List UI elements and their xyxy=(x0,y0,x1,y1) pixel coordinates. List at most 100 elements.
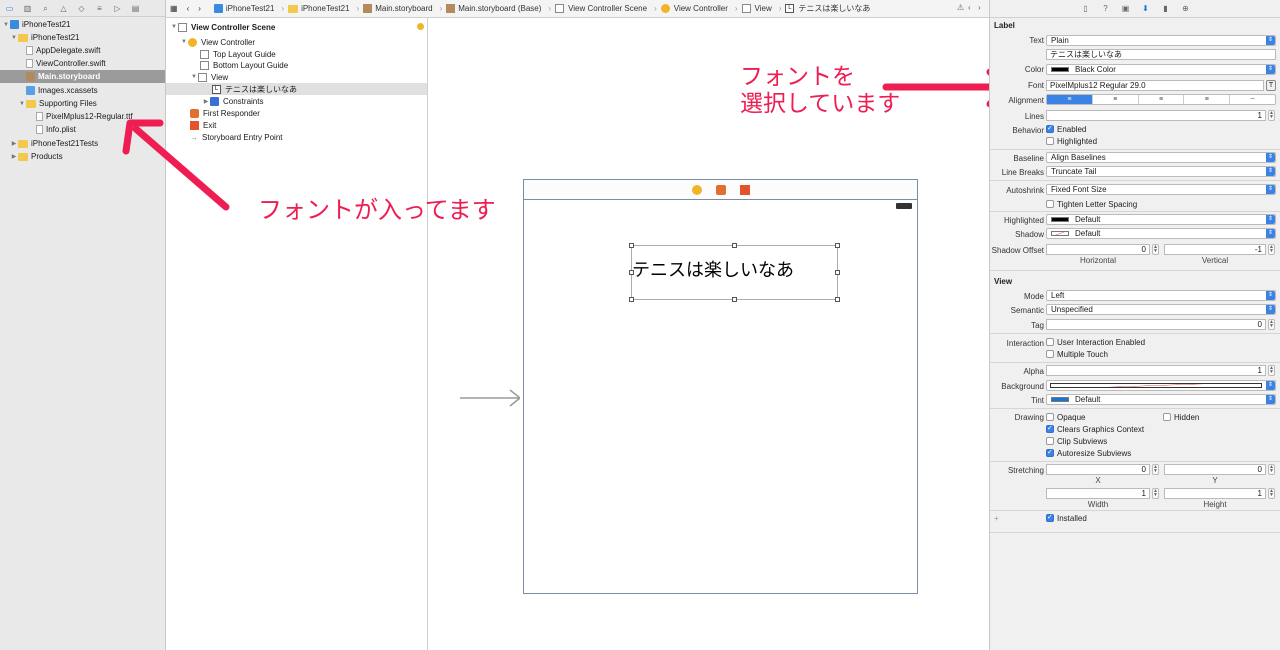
file-inspector-icon[interactable]: ▯ xyxy=(1081,4,1090,13)
user-interaction-checkbox[interactable] xyxy=(1046,338,1054,346)
view-controller-scene[interactable]: テニスは楽しいなあ xyxy=(523,179,918,594)
outline-item-scene[interactable]: ▼ View Controller Scene xyxy=(166,21,427,33)
font-field[interactable]: PixelMplus12 Regular 29.0 xyxy=(1046,80,1264,91)
jumpbar-item-viewcontroller[interactable]: View Controller xyxy=(660,4,728,13)
shadow-popup[interactable]: Default ⇕ xyxy=(1046,228,1276,239)
resize-handle[interactable] xyxy=(629,243,634,248)
prev-issue-icon[interactable]: ‹ xyxy=(968,3,971,12)
nav-item-images[interactable]: Images.xcassets xyxy=(0,84,165,97)
jumpbar-item-storyboard[interactable]: Main.storyboard xyxy=(363,4,433,13)
symbol-icon[interactable]: ▥ xyxy=(23,4,32,13)
resize-handle[interactable] xyxy=(732,297,737,302)
lines-stepper[interactable]: ▲ ▼ xyxy=(1268,110,1275,121)
background-popup[interactable]: ⇕ xyxy=(1046,380,1276,391)
selected-label[interactable]: テニスは楽しいなあ xyxy=(629,243,840,302)
attributes-icon[interactable]: ⬇ xyxy=(1141,4,1150,13)
tighten-checkbox[interactable] xyxy=(1046,200,1054,208)
forward-icon[interactable]: › xyxy=(198,4,201,13)
stretch-y-stepper[interactable]: ▲ ▼ xyxy=(1268,464,1275,475)
resize-handle[interactable] xyxy=(732,243,737,248)
nav-item-project[interactable]: ▼ iPhoneTest21 xyxy=(0,18,165,31)
installed-checkbox[interactable] xyxy=(1046,513,1054,522)
shadow-offset-v-stepper[interactable]: ▲ ▼ xyxy=(1268,244,1275,255)
hidden-checkbox[interactable] xyxy=(1163,413,1171,421)
disclosure-icon[interactable]: ▼ xyxy=(2,22,10,28)
nav-item-viewcontroller[interactable]: ViewController.swift xyxy=(0,57,165,70)
nav-item-group[interactable]: ▼ iPhoneTest21 xyxy=(0,31,165,44)
back-icon[interactable]: ‹ xyxy=(187,4,190,13)
stretch-x-field[interactable]: 0 xyxy=(1046,464,1150,475)
jumpbar-item-group[interactable]: iPhoneTest21 xyxy=(288,4,350,13)
align-left-icon[interactable]: ≡ xyxy=(1047,95,1093,104)
autoshrink-popup[interactable]: Fixed Font Size ⇕ xyxy=(1046,184,1276,195)
clip-subviews-checkbox[interactable] xyxy=(1046,437,1054,445)
resize-handle[interactable] xyxy=(629,297,634,302)
warning-icon[interactable]: ⚠ xyxy=(957,3,964,12)
shadow-offset-h-stepper[interactable]: ▲ ▼ xyxy=(1152,244,1159,255)
outline-item-label[interactable]: L テニスは楽しいなあ xyxy=(166,83,427,95)
breakpoint-icon[interactable]: ▷ xyxy=(113,4,122,13)
enabled-checkbox[interactable] xyxy=(1046,124,1054,133)
grid-icon[interactable]: ▦ xyxy=(170,4,178,13)
disclosure-icon[interactable]: ▼ xyxy=(10,35,18,41)
stretch-height-field[interactable]: 1 xyxy=(1164,488,1266,499)
disclosure-icon[interactable]: ▶ xyxy=(10,153,18,160)
storyboard-entry-arrow[interactable] xyxy=(460,388,520,408)
highlighted-checkbox[interactable] xyxy=(1046,137,1054,145)
disclosure-icon[interactable]: ▶ xyxy=(10,140,18,147)
nav-item-supporting-files[interactable]: ▼ Supporting Files xyxy=(0,97,165,110)
tag-field[interactable]: 0 xyxy=(1046,319,1266,330)
warning-icon[interactable]: △ xyxy=(59,4,68,13)
nav-item-main-storyboard[interactable]: Main.storyboard xyxy=(0,70,165,83)
next-issue-icon[interactable]: › xyxy=(978,3,981,12)
size-icon[interactable]: ▮ xyxy=(1161,4,1170,13)
disclosure-icon[interactable]: ▼ xyxy=(170,24,178,30)
semantic-popup[interactable]: Unspecified ⇕ xyxy=(1046,304,1276,315)
search-icon[interactable]: ⌕ xyxy=(41,4,50,13)
resize-handle[interactable] xyxy=(835,270,840,275)
alpha-stepper[interactable]: ▲ ▼ xyxy=(1268,365,1275,376)
shadow-offset-h-field[interactable]: 0 xyxy=(1046,244,1150,255)
jumpbar-item-view[interactable]: View xyxy=(741,4,772,13)
exit-icon[interactable] xyxy=(739,184,750,195)
autoresize-subviews-checkbox[interactable] xyxy=(1046,448,1054,457)
view-controller-icon[interactable] xyxy=(691,184,702,195)
stretch-x-stepper[interactable]: ▲ ▼ xyxy=(1152,464,1159,475)
shadow-offset-v-field[interactable]: -1 xyxy=(1164,244,1266,255)
mode-popup[interactable]: Left ⇕ xyxy=(1046,290,1276,301)
baseline-popup[interactable]: Align Baselines ⇕ xyxy=(1046,152,1276,163)
multiple-touch-checkbox[interactable] xyxy=(1046,350,1054,358)
jumpbar-item-project[interactable]: iPhoneTest21 xyxy=(213,4,274,13)
align-center-icon[interactable]: ≡ xyxy=(1093,95,1139,104)
jumpbar-item-label[interactable]: L テニスは楽しいなあ xyxy=(785,3,870,14)
text-type-popup[interactable]: Plain ⇕ xyxy=(1046,35,1276,46)
stretch-width-stepper[interactable]: ▲ ▼ xyxy=(1152,488,1159,499)
font-picker-icon[interactable]: T xyxy=(1266,80,1276,91)
nav-item-appdelegate[interactable]: AppDelegate.swift xyxy=(0,44,165,57)
outline-item-constraints[interactable]: ▶ Constraints xyxy=(166,95,427,107)
debug-icon[interactable]: ≡ xyxy=(95,4,104,13)
alignment-segmented-control[interactable]: ≡ ≡ ≡ ≡ ┄ xyxy=(1046,94,1276,105)
disclosure-icon[interactable]: ▼ xyxy=(18,101,26,107)
outline-item-view[interactable]: ▼ View xyxy=(166,71,427,83)
align-right-icon[interactable]: ≡ xyxy=(1139,95,1185,104)
folder-icon[interactable]: ▭ xyxy=(5,4,14,13)
align-justify-icon[interactable]: ≡ xyxy=(1184,95,1231,104)
outline-item-bottom-guide[interactable]: Bottom Layout Guide xyxy=(166,59,427,71)
disclosure-icon[interactable]: ▼ xyxy=(190,74,198,80)
tint-popup[interactable]: Default ⇕ xyxy=(1046,394,1276,405)
disclosure-icon[interactable]: ▼ xyxy=(180,39,188,45)
alpha-field[interactable]: 1 xyxy=(1046,365,1266,376)
stretch-height-stepper[interactable]: ▲ ▼ xyxy=(1268,488,1275,499)
first-responder-icon[interactable] xyxy=(715,184,726,195)
disclosure-icon[interactable]: ▶ xyxy=(202,98,210,105)
report-icon[interactable]: ▤ xyxy=(131,4,140,13)
test-icon[interactable]: ◇ xyxy=(77,4,86,13)
line-breaks-popup[interactable]: Truncate Tail ⇕ xyxy=(1046,166,1276,177)
stretch-y-field[interactable]: 0 xyxy=(1164,464,1266,475)
tag-stepper[interactable]: ▲ ▼ xyxy=(1268,319,1275,330)
opaque-checkbox[interactable] xyxy=(1046,413,1054,421)
color-popup[interactable]: Black Color ⇕ xyxy=(1046,64,1276,75)
identity-icon[interactable]: ▣ xyxy=(1121,4,1130,13)
align-natural-icon[interactable]: ┄ xyxy=(1230,95,1275,104)
